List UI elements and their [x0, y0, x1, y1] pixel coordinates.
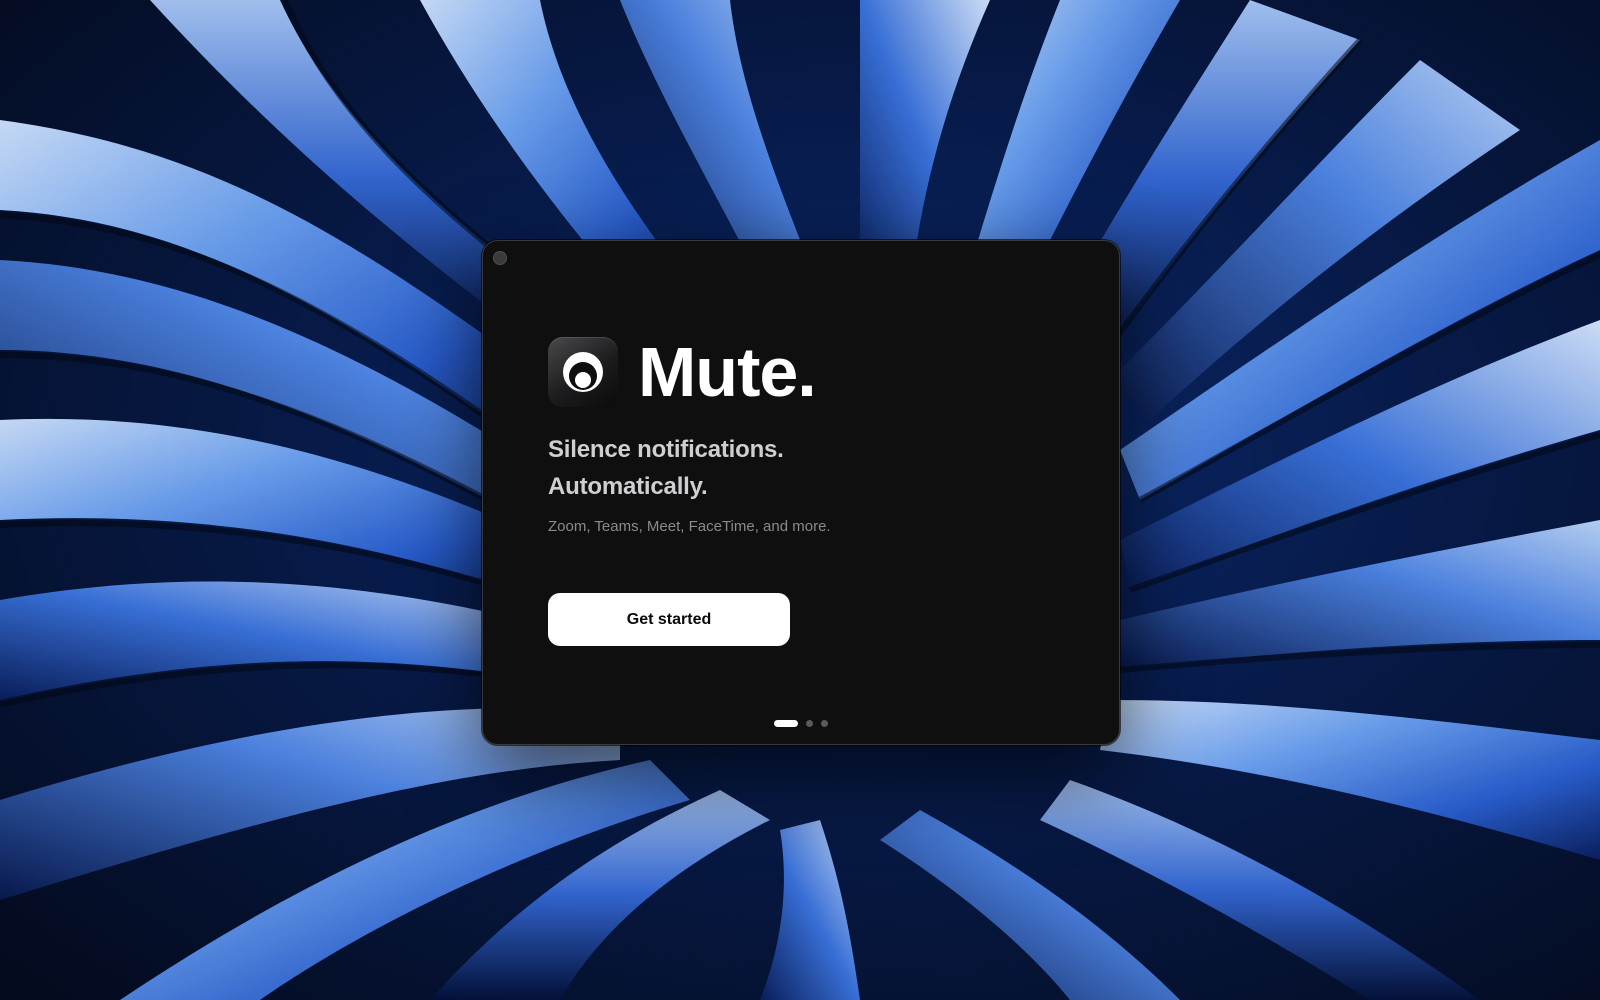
- app-brand: Mute.: [548, 333, 817, 411]
- onboarding-window: Mute. Silence notifications. Automatical…: [482, 240, 1120, 745]
- page-dot-3[interactable]: [821, 720, 828, 727]
- get-started-button[interactable]: Get started: [548, 593, 790, 646]
- app-name: Mute.: [638, 333, 817, 411]
- window-close-button[interactable]: [493, 251, 507, 265]
- page-dot-2[interactable]: [806, 720, 813, 727]
- mute-logo-glyph: [563, 352, 603, 392]
- mute-app-icon: [548, 337, 618, 407]
- headline: Silence notifications. Automatically.: [548, 431, 784, 505]
- page-indicator: [483, 720, 1119, 727]
- headline-line-1: Silence notifications.: [548, 436, 784, 463]
- supported-apps-text: Zoom, Teams, Meet, FaceTime, and more.: [548, 518, 831, 535]
- headline-line-2: Automatically.: [548, 473, 708, 500]
- page-dot-1[interactable]: [774, 720, 798, 727]
